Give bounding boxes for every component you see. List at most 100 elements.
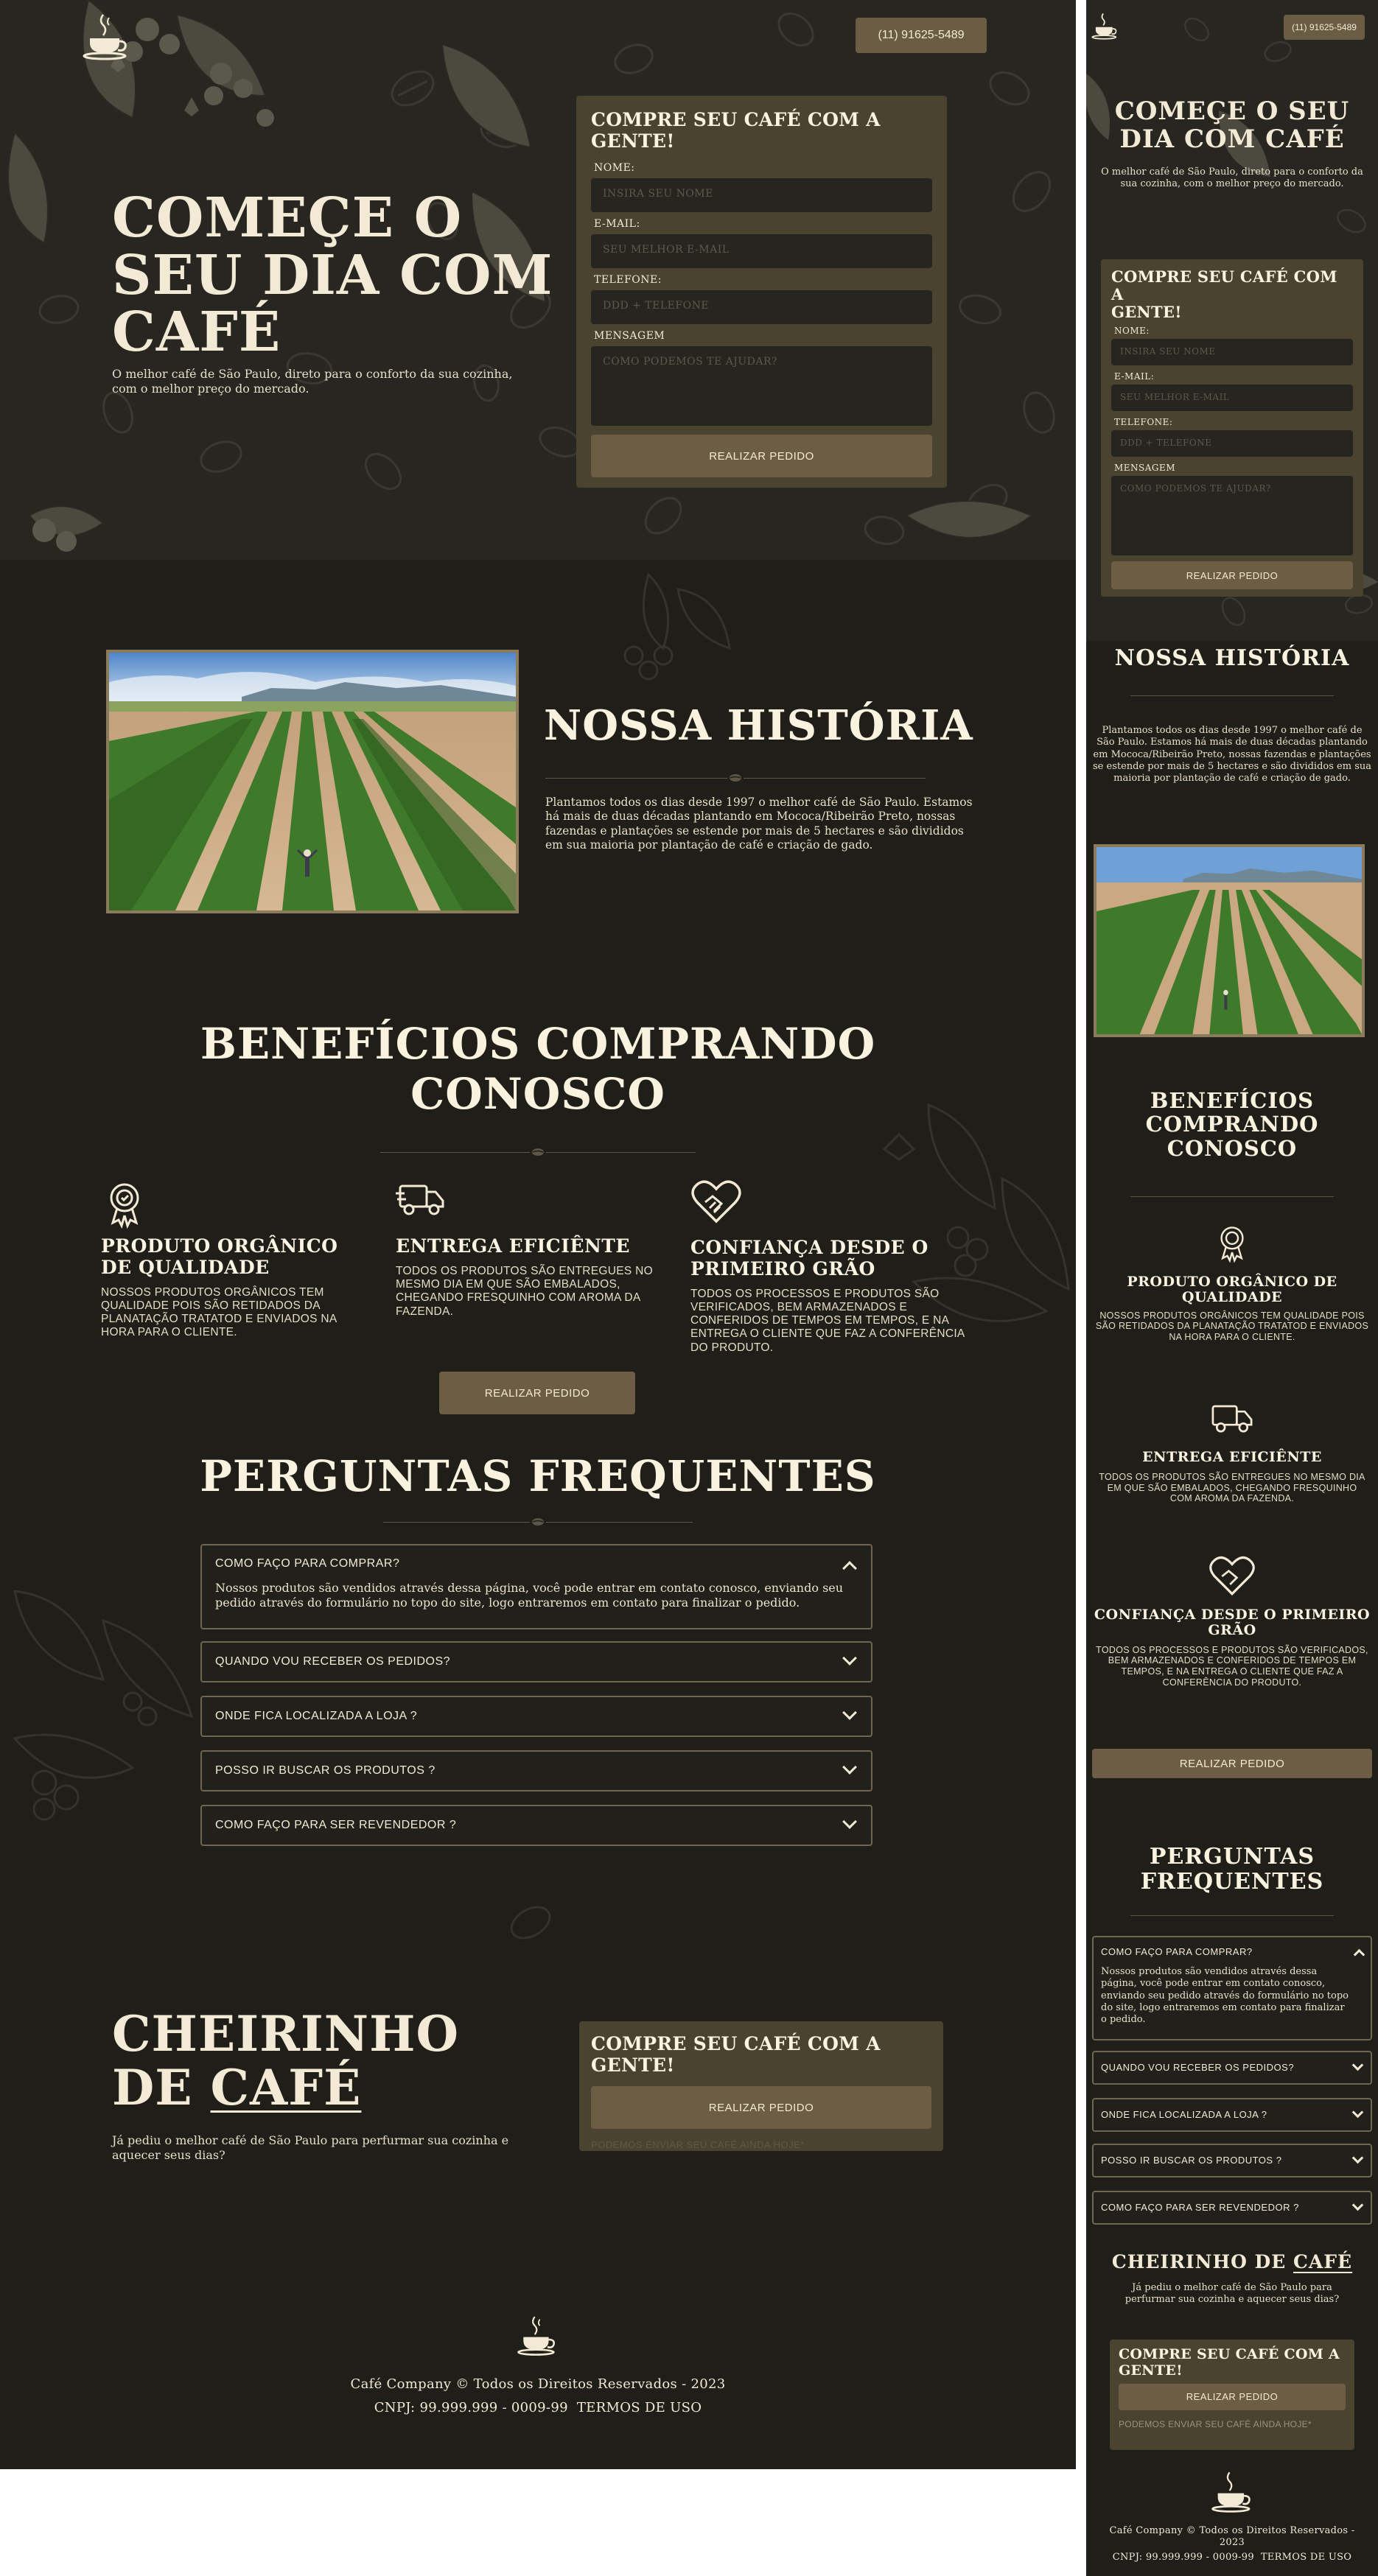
order-form: COMPRE SEU CAFÉ COM A GENTE! NOME: INSIR…	[576, 96, 947, 488]
cta-text: Já pediu o melhor café de São Paulo para…	[112, 2133, 509, 2162]
benefit-title: CONFIANÇA DESDE O PRIMEIRO GRÃO	[1086, 1607, 1378, 1639]
mobile-view: (11) 91625-5489 COMEÇE O SEU DIA COM CAF…	[1086, 0, 1378, 2576]
divider	[545, 773, 926, 783]
submit-order-button[interactable]: REALIZAR PEDIDO	[591, 435, 932, 477]
benefit-title: PRODUTO ORGÂNICO DE QUALIDADE	[1086, 1274, 1378, 1306]
benefits-title-line: BENEFÍCIOS	[1150, 1088, 1315, 1113]
terms-of-use-link[interactable]: TERMOS DE USO	[577, 2400, 702, 2415]
benefits-order-button[interactable]: REALIZAR PEDIDO	[439, 1372, 635, 1414]
divider	[1130, 1915, 1334, 1916]
divider	[383, 1517, 693, 1527]
award-badge-icon	[1211, 1220, 1253, 1267]
benefits-title: BENEFÍCIOS COMPRANDO CONOSCO	[133, 1019, 943, 1120]
faq-item[interactable]: QUANDO VOU RECEBER OS PEDIDOS?	[1092, 2051, 1372, 2085]
faq-question[interactable]: COMO FAÇO PARA SER REVENDEDOR ?	[215, 1819, 858, 1832]
footer-legal: CNPJ: 99.999.999 - 0009-99 TERMOS DE USO	[1086, 2552, 1378, 2563]
phone-label: TELEFONE:	[1114, 417, 1173, 428]
hero-title-line: CAFÉ	[112, 301, 281, 365]
name-input[interactable]: INSIRA SEU NOME	[591, 178, 932, 212]
faq-question[interactable]: COMO FAÇO PARA COMPRAR?	[1101, 1946, 1363, 1957]
cta-note: PODEMOS ENVIAR SEU CAFÉ AINDA HOJE*	[1119, 2418, 1312, 2429]
faq-item[interactable]: QUANDO VOU RECEBER OS PEDIDOS?	[200, 1641, 872, 1682]
benefit-title-line: QUALIDADE	[1181, 1289, 1283, 1306]
cta-order-button[interactable]: REALIZAR PEDIDO	[1119, 2383, 1346, 2410]
submit-order-button[interactable]: REALIZAR PEDIDO	[1111, 561, 1353, 590]
faq-question[interactable]: QUANDO VOU RECEBER OS PEDIDOS?	[1101, 2062, 1363, 2073]
benefits-title: BENEFÍCIOS COMPRANDO CONOSCO	[1086, 1088, 1378, 1161]
message-textarea[interactable]: COMO PODEMOS TE AJUDAR?	[591, 346, 932, 426]
hero-title-line: DIA COM CAFÉ	[1119, 124, 1345, 155]
faq-item[interactable]: POSSO IR BUSCAR OS PRODUTOS ?	[200, 1750, 872, 1791]
hero-title: COMEÇE O SEU DIA COM CAFÉ	[1086, 97, 1378, 153]
benefit-item: ENTREGA EFICIÊNTE TODOS OS PRODUTOS SÃO …	[1086, 1400, 1378, 1504]
coffee-bean-icon	[530, 1517, 546, 1527]
faq-title-line: FREQUENTES	[1140, 1868, 1324, 1895]
message-label: MENSAGEM	[1114, 463, 1176, 474]
name-label: NOME:	[594, 162, 635, 174]
phone-button[interactable]: (11) 91625-5489	[856, 18, 987, 53]
divider	[1130, 1196, 1334, 1197]
email-label: E-MAIL:	[1114, 371, 1155, 382]
faq-question[interactable]: ONDE FICA LOCALIZADA A LOJA ?	[215, 1710, 858, 1723]
email-input[interactable]: SEU MELHOR E-MAIL	[1111, 385, 1353, 412]
faq-item[interactable]: COMO FAÇO PARA SER REVENDEDOR ?	[200, 1805, 872, 1846]
cta-title-underlined-word: CAFÉ	[1293, 2251, 1353, 2273]
cta-order-button[interactable]: REALIZAR PEDIDO	[591, 2086, 931, 2129]
faq-item[interactable]: ONDE FICA LOCALIZADA A LOJA ?	[1092, 2098, 1372, 2132]
faq-item-expanded[interactable]: COMO FAÇO PARA COMPRAR? Nossos produtos …	[200, 1544, 872, 1629]
coffee-cup-logo-icon[interactable]	[1091, 12, 1120, 40]
form-title-line: COMPRE SEU CAFÉ COM A	[1111, 267, 1337, 304]
faq-question[interactable]: POSSO IR BUSCAR OS PRODUTOS ?	[1101, 2155, 1363, 2166]
faq-item[interactable]: POSSO IR BUSCAR OS PRODUTOS ?	[1092, 2144, 1372, 2177]
faq-item[interactable]: ONDE FICA LOCALIZADA A LOJA ?	[200, 1696, 872, 1737]
benefit-title: PRODUTO ORGÂNICO DE QUALIDADE	[101, 1235, 338, 1278]
coffee-cup-logo-icon[interactable]	[81, 12, 133, 60]
benefit-text: TODOS OS PRODUTOS SÃO ENTREGUES NO MESMO…	[1099, 1471, 1365, 1504]
email-input[interactable]: SEU MELHOR E-MAIL	[591, 234, 932, 268]
phone-input[interactable]: DDD + TELEFONE	[591, 290, 932, 324]
message-textarea[interactable]: COMO PODEMOS TE AJUDAR?	[1111, 476, 1353, 556]
faq-question[interactable]: QUANDO VOU RECEBER OS PEDIDOS?	[215, 1655, 858, 1668]
faq-item-expanded[interactable]: COMO FAÇO PARA COMPRAR? Nossos produtos …	[1092, 1936, 1372, 2040]
cta-box-title-line: COMPRE SEU CAFÉ COM A	[1119, 2346, 1340, 2362]
cta-title: CHEIRINHO DE CAFÉ	[112, 2007, 459, 2114]
phone-button[interactable]: (11) 91625-5489	[1284, 15, 1365, 40]
desktop-view: (11) 91625-5489 COMEÇE O SEU DIA COM CAF…	[0, 0, 1076, 2469]
faq-answer: Nossos produtos são vendidos através des…	[1101, 1966, 1349, 2025]
benefit-title: CONFIANÇA DESDE O PRIMEIRO GRÃO	[690, 1237, 928, 1280]
benefits-order-button[interactable]: REALIZAR PEDIDO	[1092, 1749, 1372, 1778]
benefit-title-line: CONFIANÇA DESDE O PRIMEIRO	[1094, 1607, 1371, 1623]
faq-title: PERGUNTAS FREQUENTES	[1086, 1845, 1378, 1894]
form-title: COMPRE SEU CAFÉ COM A GENTE!	[1111, 267, 1353, 321]
history-text: Plantamos todos os dias desde 1997 o mel…	[545, 796, 973, 852]
footer-copyright-line: 2023	[1219, 2537, 1245, 2549]
cta-box-title: COMPRE SEU CAFÉ COM A GENTE!	[591, 2033, 881, 2076]
faq-question[interactable]: COMO FAÇO PARA SER REVENDEDOR ?	[1101, 2202, 1363, 2213]
cta-title: CHEIRINHO DE CAFÉ	[1086, 2251, 1378, 2273]
hero-subtitle: O melhor café de São Paulo, direto para …	[1101, 166, 1363, 190]
message-label: MENSAGEM	[594, 330, 665, 342]
benefit-text: NOSSOS PRODUTOS ORGÂNICOS TEM QUALIDADE …	[101, 1285, 337, 1339]
cta-title-text: CHEIRINHO DE	[1111, 2251, 1287, 2273]
coffee-farm-photo	[106, 650, 519, 913]
cta-title-underlined-word: CAFÉ	[210, 2058, 362, 2116]
cta-box: COMPRE SEU CAFÉ COM A GENTE! REALIZAR PE…	[579, 2021, 943, 2151]
faq-item[interactable]: COMO FAÇO PARA SER REVENDEDOR ?	[1092, 2191, 1372, 2225]
name-input[interactable]: INSIRA SEU NOME	[1111, 339, 1353, 366]
cta-title-word: DE	[112, 2058, 193, 2116]
hero-title-line: COMEÇE O SEU	[1114, 96, 1350, 126]
delivery-truck-icon	[396, 1179, 447, 1223]
cta-box-title-line: GENTE!	[1119, 2362, 1183, 2379]
coffee-cup-logo-icon[interactable]	[516, 2313, 560, 2357]
faq-title-line: PERGUNTAS	[1149, 1844, 1315, 1870]
terms-of-use-link[interactable]: TERMOS DE USO	[1261, 2552, 1351, 2563]
faq-question[interactable]: POSSO IR BUSCAR OS PRODUTOS ?	[215, 1764, 858, 1777]
phone-input[interactable]: DDD + TELEFONE	[1111, 430, 1353, 457]
cta-box-title: COMPRE SEU CAFÉ COM A GENTE!	[1119, 2346, 1346, 2379]
cta-text: Já pediu o melhor café de São Paulo para…	[1125, 2282, 1340, 2306]
benefit-text: TODOS OS PRODUTOS SÃO ENTREGUES NO MESMO…	[396, 1264, 653, 1318]
faq-question[interactable]: COMO FAÇO PARA COMPRAR?	[215, 1557, 858, 1570]
phone-label: TELEFONE:	[594, 274, 662, 286]
coffee-cup-logo-icon[interactable]	[1210, 2469, 1256, 2513]
faq-question[interactable]: ONDE FICA LOCALIZADA A LOJA ?	[1101, 2109, 1363, 2120]
